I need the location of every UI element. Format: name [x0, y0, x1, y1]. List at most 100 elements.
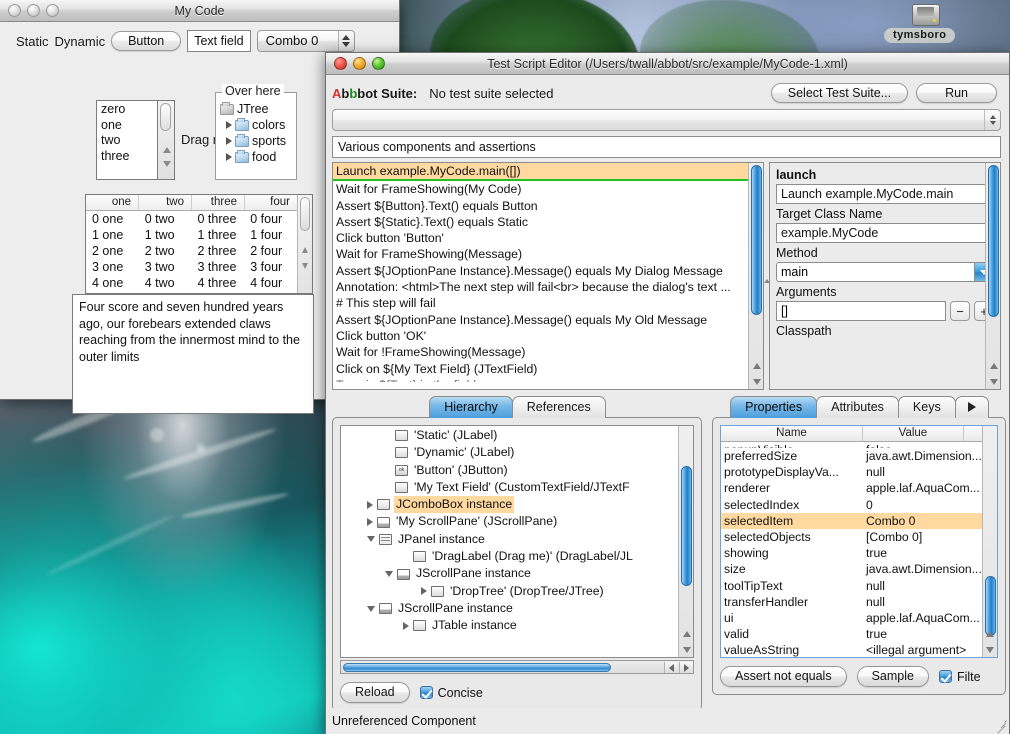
hierarchy-node-row[interactable]: JScrollPane instance — [341, 600, 678, 617]
suite-combo-stepper-icon[interactable] — [984, 110, 1000, 130]
scroll-down-icon[interactable] — [683, 647, 691, 653]
editor-window-controls[interactable] — [334, 57, 385, 70]
scrollbar-thumb[interactable] — [985, 576, 996, 636]
list-item[interactable]: two — [101, 133, 153, 149]
script-step-row[interactable]: Wait for FrameShowing(My Code) — [333, 181, 748, 197]
scrollbar-thumb[interactable] — [343, 663, 611, 672]
script-step-row[interactable]: Click on ${My Text Field} (JTextField) — [333, 361, 748, 377]
table-row[interactable]: 0 one0 two0 three0 four — [86, 211, 297, 227]
script-step-row[interactable]: Assert ${JOptionPane Instance}.Message()… — [333, 263, 748, 279]
split-resize-handle[interactable] — [763, 275, 770, 287]
script-step-row[interactable]: Wait for FrameShowing(Message) — [333, 246, 748, 262]
table-column-header[interactable]: four — [245, 195, 297, 210]
scroll-up-icon[interactable] — [302, 247, 308, 253]
scroll-down-icon[interactable] — [163, 161, 171, 167]
hierarchy-node-row[interactable]: JComboBox instance — [341, 496, 678, 513]
script-step-row[interactable]: Launch example.MyCode.main([]) — [333, 163, 748, 181]
property-row[interactable]: prototypeDisplayVa...null — [721, 464, 982, 480]
scrollbar-thumb[interactable] — [160, 103, 171, 131]
tab-references[interactable]: References — [512, 396, 606, 418]
hierarchy-node-row[interactable]: 'Button' (JButton) — [341, 462, 678, 479]
mycode-button[interactable]: Button — [111, 31, 181, 51]
run-button[interactable]: Run — [916, 83, 997, 103]
script-step-row[interactable]: Assert ${JOptionPane Instance}.Message()… — [333, 312, 748, 328]
property-row[interactable]: rendererapple.laf.AquaCom... — [721, 480, 982, 496]
table-cell[interactable]: 3 two — [139, 259, 192, 275]
inspector-scrollbar[interactable] — [985, 163, 1000, 389]
table-row[interactable]: 1 one1 two1 three1 four — [86, 227, 297, 243]
close-button[interactable] — [8, 4, 21, 17]
component-hierarchy-tree[interactable]: 'Static' (JLabel)'Dynamic' (JLabel)'Butt… — [340, 425, 694, 658]
hierarchy-node-row[interactable]: 'DropTree' (DropTree/JTree) — [341, 583, 678, 600]
script-step-row[interactable]: # This step will fail — [333, 295, 748, 311]
scrollbar-thumb[interactable] — [751, 165, 762, 315]
property-row[interactable]: selectedObjects[Combo 0] — [721, 529, 982, 545]
scroll-up-icon[interactable] — [990, 363, 998, 369]
script-step-row[interactable]: Wait for !FrameShowing(Message) — [333, 344, 748, 360]
concise-checkbox[interactable]: Concise — [420, 686, 483, 700]
properties-scrollbar[interactable] — [982, 426, 997, 657]
mycode-text-field[interactable]: Text field — [187, 30, 250, 52]
disclosure-triangle-open-icon[interactable] — [367, 606, 375, 612]
hierarchy-node-row[interactable]: 'My ScrollPane' (JScrollPane) — [341, 513, 678, 530]
table-cell[interactable]: 2 three — [192, 243, 245, 259]
close-button[interactable] — [334, 57, 347, 70]
tab-overflow-next-button[interactable] — [955, 396, 989, 418]
suite-combo[interactable] — [332, 109, 1001, 131]
table-cell[interactable]: 2 two — [139, 243, 192, 259]
script-step-row[interactable]: Annotation: <html>The next step will fai… — [333, 279, 748, 295]
disclosure-triangle-icon[interactable] — [367, 501, 373, 509]
disclosure-triangle-icon[interactable] — [226, 153, 232, 161]
table-cell[interactable]: 3 one — [86, 259, 139, 275]
table-row[interactable]: 4 one4 two4 three4 four — [86, 275, 297, 291]
select-test-suite-button[interactable]: Select Test Suite... — [771, 83, 908, 103]
scrollbar-thumb[interactable] — [300, 197, 310, 231]
hard-disk-icon[interactable] — [912, 4, 942, 30]
tab-keys[interactable]: Keys — [898, 396, 956, 418]
table-cell[interactable]: 1 one — [86, 227, 139, 243]
table-cell[interactable]: 0 four — [244, 211, 297, 227]
script-step-list[interactable]: Launch example.MyCode.main([])Wait for F… — [333, 163, 748, 389]
scroll-down-icon[interactable] — [986, 647, 994, 653]
property-row[interactable]: preferredSizejava.awt.Dimension... — [721, 448, 982, 464]
script-description-field[interactable]: Various components and assertions — [332, 136, 1001, 158]
mycode-titlebar[interactable]: My Code — [0, 0, 399, 22]
script-step-row[interactable]: Assert ${Button}.Text() equals Button — [333, 198, 748, 214]
table-column-header[interactable]: one — [86, 195, 139, 210]
tree-child-row[interactable]: colors — [216, 117, 296, 133]
scroll-down-icon[interactable] — [990, 379, 998, 385]
minimize-button[interactable] — [353, 57, 366, 70]
table-cell[interactable]: 4 one — [86, 275, 139, 291]
properties-row-list[interactable]: popupVisiblefalsepreferredSizejava.awt.D… — [721, 442, 982, 657]
scroll-up-icon[interactable] — [986, 631, 994, 637]
table-cell[interactable]: 1 two — [139, 227, 192, 243]
hierarchy-node-row[interactable]: JTable instance — [341, 617, 678, 634]
table-cell[interactable]: 1 four — [244, 227, 297, 243]
table-cell[interactable]: 2 four — [244, 243, 297, 259]
hierarchy-node-row[interactable]: JScrollPane instance — [341, 565, 678, 582]
table-row[interactable]: 3 one3 two3 three3 four — [86, 259, 297, 275]
disclosure-triangle-open-icon[interactable] — [367, 536, 375, 542]
table-scrollbar[interactable] — [297, 195, 312, 293]
tab-attributes[interactable]: Attributes — [816, 396, 899, 418]
editor-titlebar[interactable]: Test Script Editor (/Users/twall/abbot/s… — [326, 53, 1009, 75]
property-row[interactable]: validtrue — [721, 626, 982, 642]
mycode-text-area[interactable]: Four score and seven hundred years ago, … — [72, 294, 314, 414]
scrollbar-thumb[interactable] — [988, 165, 999, 317]
hierarchy-node-row[interactable]: 'Dynamic' (JLabel) — [341, 444, 678, 461]
hierarchy-node-row[interactable]: JPanel instance — [341, 531, 678, 548]
checkbox-checked-icon[interactable] — [420, 686, 433, 699]
assert-not-equals-button[interactable]: Assert not equals — [720, 666, 847, 687]
disclosure-triangle-icon[interactable] — [367, 518, 373, 526]
table-row[interactable]: 2 one2 two2 three2 four — [86, 243, 297, 259]
scroll-right-icon[interactable] — [679, 662, 693, 673]
tab-properties[interactable]: Properties — [730, 396, 817, 418]
arguments-input[interactable]: [] — [776, 301, 946, 321]
zoom-button[interactable] — [372, 57, 385, 70]
hierarchy-node-row[interactable]: 'My Text Field' (CustomTextField/JTextF — [341, 479, 678, 496]
table-cell[interactable]: 4 three — [192, 275, 245, 291]
tree-child-row[interactable]: sports — [216, 133, 296, 149]
script-step-row-partial[interactable]: Type in ${Text} in the field — [333, 377, 748, 382]
resize-grip-icon[interactable] — [994, 719, 1007, 732]
target-class-input[interactable]: example.MyCode — [776, 223, 994, 243]
